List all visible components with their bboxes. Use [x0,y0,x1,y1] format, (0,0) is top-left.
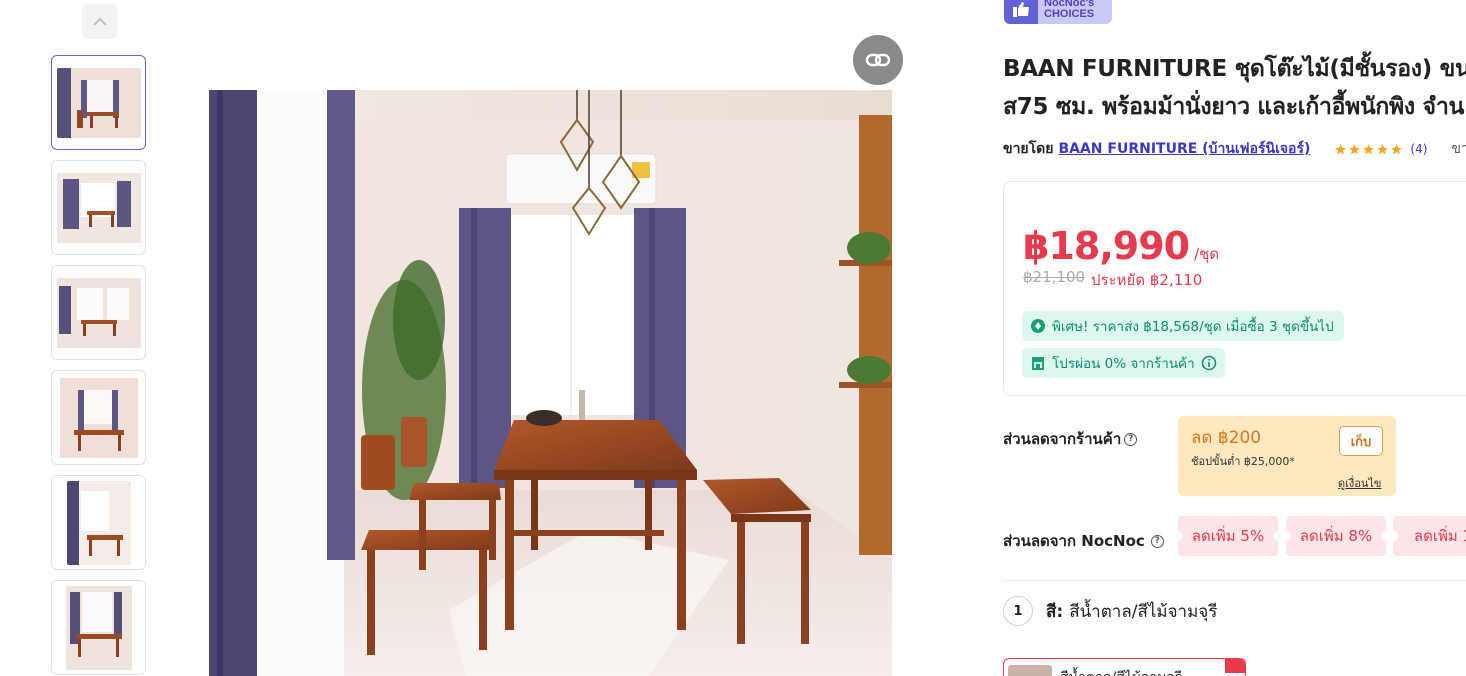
price-box: ฿18,990 /ชุด ฿21,100 ประหยัด ฿2,110 พิเศ… [1003,181,1466,396]
store-discount-label: ส่วนลดจากร้านค้า ? [1003,427,1138,451]
badge-line-2: CHOICES [1044,8,1095,20]
share-link-button[interactable] [853,35,903,85]
nocnoc-coupon-3[interactable]: ลดเพิ่ม 1 [1388,516,1466,556]
store-coupon: ลด ฿200 ช้อปขั้นต่ำ ฿25,000* เก็บ ดูเงื่… [1178,416,1396,496]
price-row: ฿18,990 /ชุด [1023,224,1219,268]
store-discount-text: ส่วนลดจากร้านค้า [1003,430,1122,448]
thumbnail-scroll-up-button[interactable] [82,4,117,39]
installment-promo[interactable]: โปรผ่อน 0% จากร้านค้า [1022,348,1225,378]
thumbnail-image [56,67,141,138]
nocnoc-coupon-1[interactable]: ลดเพิ่ม 5% [1173,516,1283,556]
bulk-price-promo: พิเศษ! ราคาส่ง ฿18,568/ชุด เมื่อซื้อ 3 ช… [1022,311,1344,341]
color-label: สี: [1046,601,1064,622]
product-title-line-2: ส75 ซม. พร้อมม้านั่งยาว และเก้าอี้พนักพิ… [1003,94,1465,120]
thumbs-up-icon [1004,0,1038,24]
option-step-number: 1 [1003,596,1033,626]
sold-count-label: ขายแ [1451,141,1466,157]
seller-info-row: ขายโดย BAAN FURNITURE (บ้านเฟอร์นิเจอร์)… [1003,139,1466,159]
variant-swatch [1008,665,1052,676]
thumbnail-5[interactable] [51,475,146,570]
selected-marker [1225,659,1245,673]
rating-stars[interactable] [1334,143,1403,156]
product-title-line-1: BAAN FURNITURE ชุดโต๊ะไม้(มีชั้นรอง) ขนา… [1003,56,1466,82]
star-icon [1335,143,1347,154]
saving-amount: ประหยัด ฿2,110 [1091,271,1203,289]
coupon-conditions-link[interactable]: ดูเงื่อนไข [1338,474,1381,492]
product-main-image [209,90,892,676]
store-icon [1032,357,1044,370]
variant-label: สีน้ำตาล/สีไม้จามจุรี [1060,667,1182,676]
link-icon [865,53,891,67]
coupon-amount: ลด ฿200 [1191,428,1262,448]
original-price-row: ฿21,100 ประหยัด ฿2,110 [1023,268,1202,292]
color-option-row: 1 สี: สีน้ำตาล/สีไม้จามจุรี [1003,596,1217,626]
star-icon [1349,143,1361,154]
color-variant-option-selected[interactable]: สีน้ำตาล/สีไม้จามจุรี [1003,658,1246,676]
star-icon [1363,143,1375,154]
thumbnail-image [59,377,138,458]
coupon-minimum: ช้อปขั้นต่ำ ฿25,000* [1191,455,1295,468]
collect-coupon-button[interactable]: เก็บ [1339,426,1383,456]
thumbnail-image [66,480,131,565]
original-price: ฿21,100 [1023,268,1086,286]
bulk-price-text: พิเศษ! ราคาส่ง ฿18,568/ชุด เมื่อซื้อ 3 ช… [1052,319,1334,335]
thumbnail-1[interactable] [51,55,146,150]
star-icon [1391,143,1403,154]
section-divider [1003,580,1466,581]
info-icon[interactable] [1201,355,1217,371]
nocnoc-choices-badge: NocNoc's CHOICES [1004,0,1112,24]
help-icon[interactable]: ? [1124,432,1138,446]
nocnoc-coupon-2[interactable]: ลดเพิ่ม 8% [1281,516,1391,556]
tag-icon [1031,319,1045,333]
installment-text: โปรผ่อน 0% จากร้านค้า [1052,356,1195,372]
chevron-up-icon [92,17,107,26]
selected-color-value: สีน้ำตาล/สีไม้จามจุรี [1069,601,1218,622]
thumbnail-4[interactable] [51,370,146,465]
product-title: BAAN FURNITURE ชุดโต๊ะไม้(มีชั้นรอง) ขนา… [1003,50,1466,126]
sold-by-label: ขายโดย [1003,141,1054,157]
nocnoc-discount-text: ส่วนลดจาก NocNoc [1003,532,1145,550]
star-icon [1377,143,1389,154]
thumbnail-3[interactable] [51,265,146,360]
thumbnail-image [65,585,132,670]
thumbnail-image [56,172,141,243]
thumbnail-6[interactable] [51,580,146,675]
help-icon[interactable]: ? [1150,534,1164,548]
current-price: ฿18,990 [1023,224,1190,268]
thumbnail-image [56,277,141,348]
price-unit: /ชุด [1194,245,1220,263]
thumbnail-2[interactable] [51,160,146,255]
nocnoc-discount-label: ส่วนลดจาก NocNoc ? [1003,529,1164,553]
seller-name-link[interactable]: BAAN FURNITURE (บ้านเฟอร์นิเจอร์) [1058,138,1310,160]
review-count-link[interactable]: (4) [1410,142,1427,156]
